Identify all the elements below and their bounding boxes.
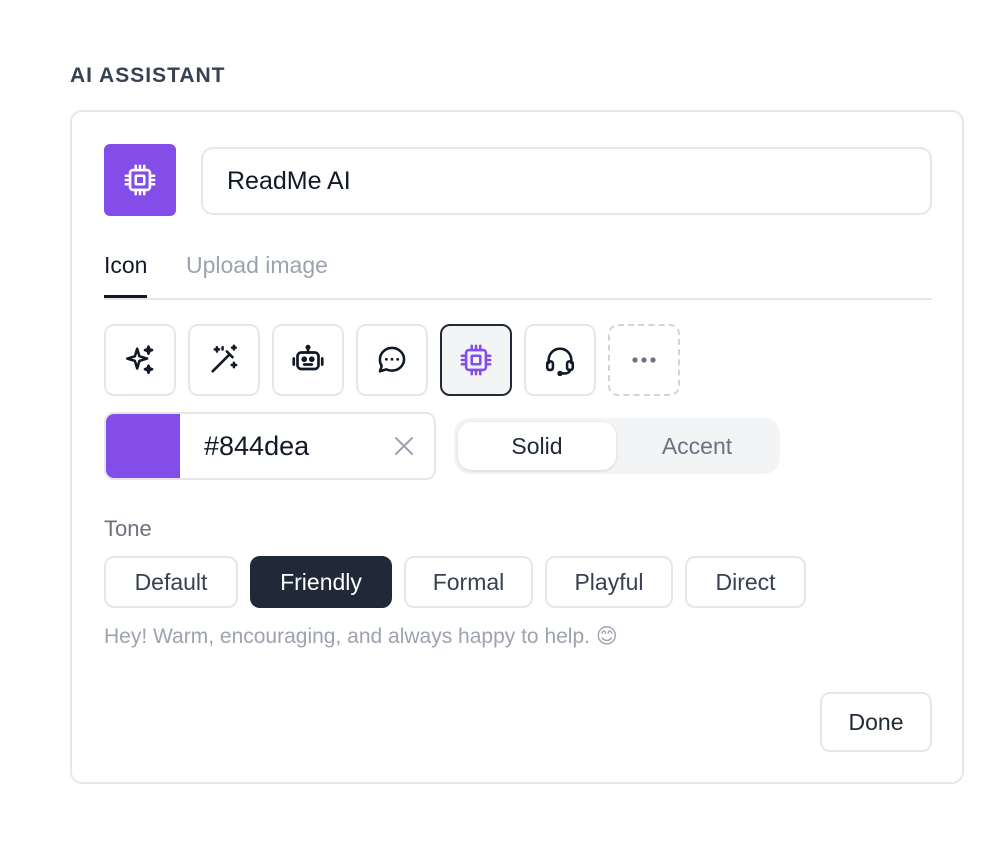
tab-upload-image[interactable]: Upload image [186, 252, 328, 298]
tone-option-direct[interactable]: Direct [685, 556, 806, 608]
icon-option-headset[interactable] [524, 324, 596, 396]
icon-style-toggle: Solid Accent [454, 418, 780, 474]
tone-label: Tone [104, 516, 152, 541]
tone-description: Hey! Warm, encouraging, and always happy… [104, 625, 618, 648]
done-button[interactable]: Done [820, 692, 932, 752]
magic-wand-icon [211, 344, 238, 373]
tone-option-friendly[interactable]: Friendly [250, 556, 392, 608]
icon-source-tabs: Icon Upload image [104, 246, 932, 300]
tone-option-formal[interactable]: Formal [404, 556, 533, 608]
color-picker [104, 412, 436, 480]
hex-color-input[interactable] [204, 414, 374, 478]
icon-option-more[interactable] [608, 324, 680, 396]
tone-option-playful[interactable]: Playful [545, 556, 673, 608]
chip-icon [124, 164, 156, 196]
assistant-avatar[interactable] [104, 144, 176, 216]
color-swatch[interactable] [106, 414, 180, 478]
style-option-solid[interactable]: Solid [458, 422, 616, 470]
chip-icon [460, 344, 492, 376]
style-option-accent[interactable]: Accent [618, 422, 776, 470]
icon-option-magic-wand[interactable] [188, 324, 260, 396]
more-icon [632, 357, 656, 363]
close-icon [395, 437, 413, 455]
clear-color-button[interactable] [388, 430, 420, 462]
icon-option-robot[interactable] [272, 324, 344, 396]
sparkles-icon [125, 345, 154, 375]
tone-option-default[interactable]: Default [104, 556, 238, 608]
chat-bubble-icon [378, 346, 406, 373]
icon-option-chat[interactable] [356, 324, 428, 396]
icon-option-chip[interactable] [440, 324, 512, 396]
robot-icon [292, 344, 324, 371]
tab-icon[interactable]: Icon [104, 252, 148, 298]
headset-icon [545, 347, 575, 377]
icon-option-sparkles[interactable] [104, 324, 176, 396]
assistant-settings-card: Icon Upload image [70, 110, 964, 784]
assistant-name-input[interactable] [201, 147, 932, 215]
section-title: AI ASSISTANT [70, 64, 226, 87]
